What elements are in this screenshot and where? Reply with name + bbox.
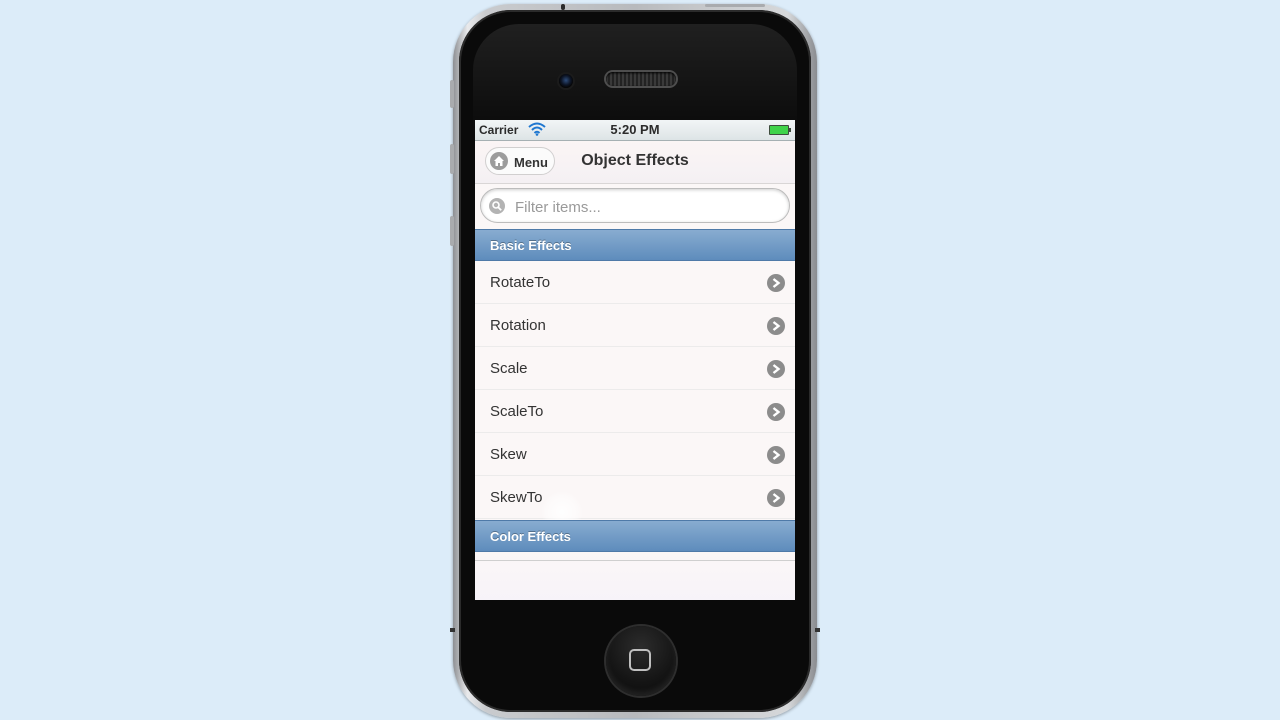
list-item-label: Rotation [490,317,546,334]
battery-icon [769,125,791,135]
chevron-right-icon [767,317,785,335]
list-item-skewto[interactable]: SkewTo [475,476,795,519]
list-item-label: Skew [490,446,527,463]
home-button[interactable] [606,626,676,696]
list-separator [475,560,795,561]
antenna-band-left [450,628,455,632]
volume-down-button[interactable] [450,216,454,246]
section-title: Color Effects [490,529,571,544]
list-item-scaleto[interactable]: ScaleTo [475,390,795,433]
list-item-label: RotateTo [490,274,551,291]
list-item-label: ScaleTo [490,403,544,420]
chevron-right-icon [767,403,785,421]
earpiece-speaker [606,72,676,86]
chevron-right-icon [767,360,785,378]
mute-switch[interactable] [450,80,454,108]
chevron-right-icon [767,274,785,292]
section-title: Basic Effects [490,238,572,253]
status-time: 5:20 PM [610,122,660,137]
chevron-right-icon [767,489,785,507]
search-field[interactable] [480,188,790,223]
search-bar [475,184,795,229]
list-item-scale[interactable]: Scale [475,347,795,390]
list-item-rotation[interactable]: Rotation [475,304,795,347]
volume-up-button[interactable] [450,144,454,174]
front-camera-icon [559,74,573,88]
section-divider-color-effects: Color Effects [475,520,795,552]
chevron-right-icon [767,446,785,464]
list-continuation [475,553,795,600]
list-item-rotateto[interactable]: RotateTo [475,261,795,304]
page-title: Object Effects [581,152,689,169]
power-button[interactable] [705,4,765,7]
home-square-icon [629,649,651,671]
search-icon [489,198,505,214]
section-divider-basic-effects: Basic Effects [475,229,795,261]
antenna-band-right [815,628,820,632]
list-item-skew[interactable]: Skew [475,433,795,476]
header-bar: Menu Object Effects [475,141,795,184]
list-item-label: SkewTo [490,489,543,506]
status-bar: Carrier 5:20 PM [475,120,795,141]
app-screen: Carrier 5:20 PM Menu Object Effects Filt… [475,120,795,600]
list-item-label: Scale [490,360,528,377]
search-input[interactable] [513,195,777,219]
